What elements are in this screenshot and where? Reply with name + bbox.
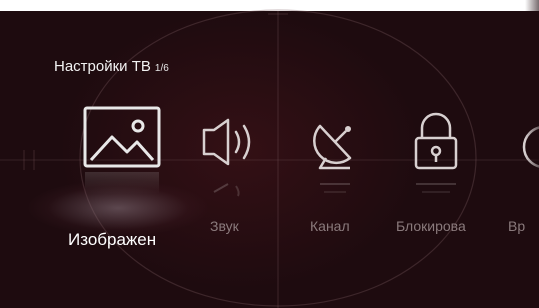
page-indicator: 1/6 [154,63,169,74]
satellite-dish-icon [313,124,352,193]
menu-item-lock-label: Блокирова [396,218,466,234]
menu-item-picture-label: Изображен [68,230,157,249]
menu-item-picture[interactable] [82,100,164,280]
picture-icon [83,106,161,194]
menu-item-sound[interactable]: Звук [200,100,260,280]
menu-item-sound-label: Звук [210,218,239,234]
tv-settings-screen: Настройки ТВ 1/6 Изображен Звук Канал Бл… [0,0,539,308]
lock-icon [414,112,458,193]
speaker-icon [202,118,251,197]
menu-item-channel-label: Канал [310,218,350,234]
menu-title: Настройки ТВ 1/6 [54,58,169,75]
right-edge-fade [525,0,539,308]
menu-item-time-label: Вр [508,218,526,234]
menu-item-channel[interactable]: Канал [306,100,376,280]
menu-title-text: Настройки ТВ [54,58,151,75]
menu-item-lock[interactable]: Блокирова [396,100,486,280]
